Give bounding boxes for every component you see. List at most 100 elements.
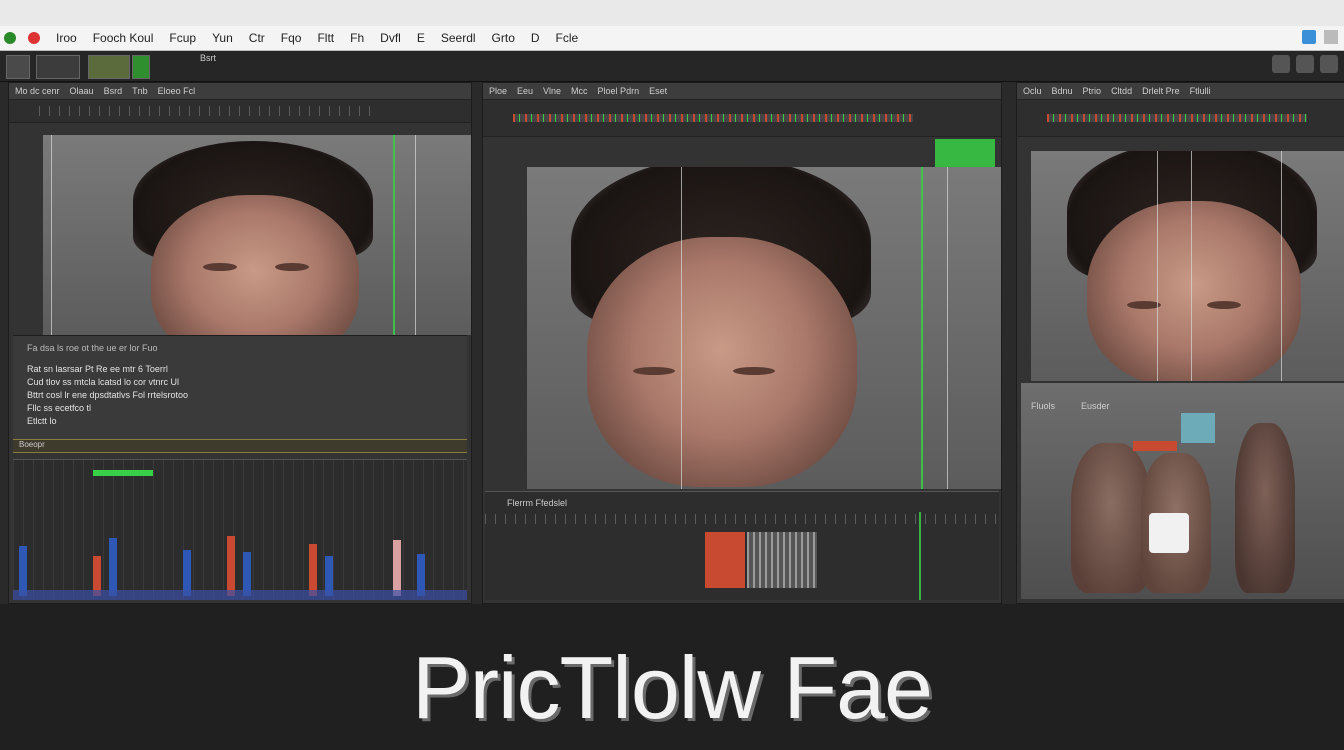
menu-item-10[interactable]: Seerdl bbox=[433, 31, 484, 45]
left-text-line-0: Rat sn lasrsar Pt Re ee mtr 6 Toerrl bbox=[27, 364, 168, 374]
toolbar-right-icons bbox=[1272, 55, 1338, 73]
menu-item-6[interactable]: Fltt bbox=[309, 31, 342, 45]
right-label-1: Fluols bbox=[1031, 401, 1056, 411]
left-eye-l bbox=[203, 263, 237, 271]
left-tab-1[interactable]: Olaau bbox=[70, 86, 94, 96]
left-ruler bbox=[39, 106, 379, 116]
center-playhead[interactable] bbox=[921, 167, 923, 489]
figure-left bbox=[1071, 443, 1151, 593]
left-viewer bbox=[43, 135, 471, 335]
green-toggle-button[interactable] bbox=[132, 55, 150, 79]
workspace-button[interactable] bbox=[6, 55, 30, 79]
menu-item-2[interactable]: Fcup bbox=[161, 31, 204, 45]
menu-item-9[interactable]: E bbox=[409, 31, 433, 45]
toolbar: Bsrt bbox=[0, 51, 1344, 82]
center-tab-1[interactable]: Eeu bbox=[517, 86, 533, 96]
right-label-2: Eusder bbox=[1081, 401, 1110, 411]
right-tab-2[interactable]: Ptrio bbox=[1083, 86, 1102, 96]
red-marker[interactable] bbox=[1133, 441, 1177, 451]
left-text-line-4: Etlctt lo bbox=[27, 416, 57, 426]
menu-item-4[interactable]: Ctr bbox=[241, 31, 273, 45]
menu-item-0[interactable]: Iroo bbox=[48, 31, 85, 45]
left-clip-5[interactable] bbox=[227, 536, 235, 596]
right-tab-3[interactable]: Cltdd bbox=[1111, 86, 1132, 96]
layout-icon[interactable] bbox=[1320, 55, 1338, 73]
center-timeline-playhead[interactable] bbox=[919, 512, 921, 600]
app-icon bbox=[4, 32, 16, 44]
right-subbar bbox=[1017, 100, 1344, 137]
right-tab-0[interactable]: Oclu bbox=[1023, 86, 1042, 96]
left-guide-2 bbox=[415, 135, 416, 335]
left-caption-bar: Fa dsa ls roe ot the ue er lor Fuo bbox=[27, 343, 158, 353]
record-icon[interactable] bbox=[28, 32, 40, 44]
right-face-image bbox=[1087, 201, 1301, 381]
grid-button[interactable] bbox=[36, 55, 80, 79]
center-tab-2[interactable]: Vlne bbox=[543, 86, 561, 96]
left-text-line-2: Bttrt cosl lr ene dpsdtatlvs Fol rrtelsr… bbox=[27, 390, 189, 400]
left-tab-0[interactable]: Mo dc cenr bbox=[15, 86, 60, 96]
panel-left: Mo dc cenr Olaau Bsrd Tnb Eloeo Fcl Fa d… bbox=[8, 82, 472, 604]
center-guide-1 bbox=[681, 167, 682, 489]
center-green-marker[interactable] bbox=[935, 139, 995, 167]
left-track-green bbox=[93, 470, 153, 476]
cloud-icon[interactable] bbox=[1272, 55, 1290, 73]
left-clip-1[interactable] bbox=[19, 546, 27, 596]
menu-item-3[interactable]: Yun bbox=[204, 31, 241, 45]
right-guide-1 bbox=[1157, 151, 1158, 381]
left-clip-3[interactable] bbox=[109, 538, 117, 596]
menu-item-8[interactable]: Dvfl bbox=[372, 31, 409, 45]
cyan-marker[interactable] bbox=[1181, 413, 1215, 443]
center-tab-5[interactable]: Eset bbox=[649, 86, 667, 96]
notification-icon[interactable] bbox=[1302, 30, 1316, 44]
center-clip-grey[interactable] bbox=[747, 532, 817, 588]
right-tab-4[interactable]: Drlelt Pre bbox=[1142, 86, 1180, 96]
left-clip-9[interactable] bbox=[393, 540, 401, 596]
window-controls bbox=[1302, 30, 1338, 44]
left-clip-7[interactable] bbox=[309, 544, 317, 596]
menu-item-11[interactable]: Grto bbox=[484, 31, 523, 45]
center-track-strip bbox=[513, 114, 913, 122]
menu-item-1[interactable]: Fooch Koul bbox=[85, 31, 162, 45]
left-track-floor bbox=[13, 590, 467, 600]
menu-item-7[interactable]: Fh bbox=[342, 31, 372, 45]
right-track-strip bbox=[1047, 114, 1307, 122]
figure-right bbox=[1235, 423, 1295, 593]
menu-item-13[interactable]: Fcle bbox=[548, 31, 587, 45]
right-tab-5[interactable]: Ftlulli bbox=[1190, 86, 1211, 96]
left-eye-r bbox=[275, 263, 309, 271]
center-timeline-ruler bbox=[485, 514, 999, 524]
right-tab-1[interactable]: Bdnu bbox=[1052, 86, 1073, 96]
left-playhead[interactable] bbox=[393, 135, 395, 335]
left-timeline bbox=[13, 459, 467, 600]
toolbar-tab-label[interactable]: Bsrt bbox=[200, 53, 216, 63]
panel-center-header: Ploe Eeu Vlne Mcc Ploel Pdrn Eset bbox=[483, 83, 1001, 100]
panel-right-header: Oclu Bdnu Ptrio Cltdd Drlelt Pre Ftlulli bbox=[1017, 83, 1344, 100]
settings-icon[interactable] bbox=[1296, 55, 1314, 73]
center-viewer bbox=[527, 167, 1001, 489]
center-guide-2 bbox=[947, 167, 948, 489]
panel-right: Oclu Bdnu Ptrio Cltdd Drlelt Pre Ftlulli… bbox=[1016, 82, 1344, 604]
center-clip-red[interactable] bbox=[705, 532, 745, 588]
center-timeline: Flerrm Ffedslel bbox=[485, 491, 999, 600]
left-guide-1 bbox=[51, 135, 52, 335]
right-eye-r bbox=[1207, 301, 1241, 309]
clip-thumb-button[interactable] bbox=[88, 55, 130, 79]
left-tab-4[interactable]: Eloeo Fcl bbox=[158, 86, 196, 96]
center-tab-4[interactable]: Ploel Pdrn bbox=[598, 86, 640, 96]
white-marker[interactable] bbox=[1149, 513, 1189, 553]
menu-item-12[interactable]: D bbox=[523, 31, 548, 45]
left-tab-3[interactable]: Tnb bbox=[132, 86, 148, 96]
close-icon[interactable] bbox=[1324, 30, 1338, 44]
left-tab-2[interactable]: Bsrd bbox=[104, 86, 123, 96]
right-3d-view[interactable]: Fluols Eusder bbox=[1021, 383, 1344, 599]
center-tab-3[interactable]: Mcc bbox=[571, 86, 588, 96]
left-subbar bbox=[9, 100, 471, 123]
page-title: PricTlolw Fae bbox=[412, 638, 933, 737]
title-strip bbox=[0, 0, 1344, 26]
center-timeline-label: Flerrm Ffedslel bbox=[507, 498, 568, 508]
left-text-line-3: Fllc ss ecetfco tl bbox=[27, 403, 92, 413]
center-tab-0[interactable]: Ploe bbox=[489, 86, 507, 96]
right-viewer bbox=[1031, 151, 1344, 381]
menu-item-5[interactable]: Fqo bbox=[273, 31, 310, 45]
panel-left-header: Mo dc cenr Olaau Bsrd Tnb Eloeo Fcl bbox=[9, 83, 471, 100]
